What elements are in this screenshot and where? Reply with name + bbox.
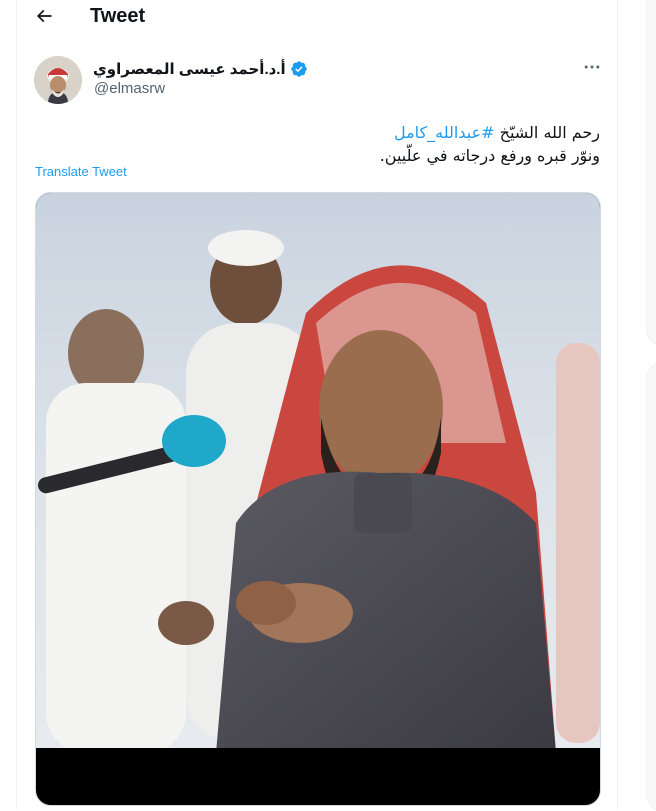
photo-image xyxy=(36,193,600,805)
sidebar-card-top xyxy=(646,0,656,346)
hashtag-link[interactable]: #عبدالله_كامل xyxy=(394,123,495,142)
tweet-text-line-1: رحم الله الشيّخ #عبدالله_كامل xyxy=(40,121,600,144)
more-horizontal-icon xyxy=(582,57,602,82)
sidebar-card-bottom xyxy=(646,362,656,811)
avatar[interactable] xyxy=(34,56,82,104)
author-handle[interactable]: @elmasrw xyxy=(94,80,165,97)
arrow-left-icon xyxy=(34,6,54,31)
tweet-media-photo[interactable] xyxy=(35,192,601,806)
more-options-button[interactable] xyxy=(577,56,607,82)
author-name[interactable]: أ.د.أحمد عيسى المعصراوي xyxy=(93,60,286,78)
page-header: Tweet xyxy=(17,0,617,37)
tweet-text-prefix: رحم الله الشيّخ xyxy=(494,123,600,142)
verified-badge-icon xyxy=(290,60,308,78)
translate-tweet-link[interactable]: Translate Tweet xyxy=(35,164,127,179)
page-title: Tweet xyxy=(90,5,146,27)
tweet-text: رحم الله الشيّخ #عبدالله_كامل ونوّر قبره… xyxy=(40,121,600,167)
tweet-column: Tweet أ.د.أحمد عيسى المعصراوي @elmasrw ر… xyxy=(16,0,618,809)
author-name-row[interactable]: أ.د.أحمد عيسى المعصراوي xyxy=(93,58,308,80)
back-button[interactable] xyxy=(29,3,59,33)
